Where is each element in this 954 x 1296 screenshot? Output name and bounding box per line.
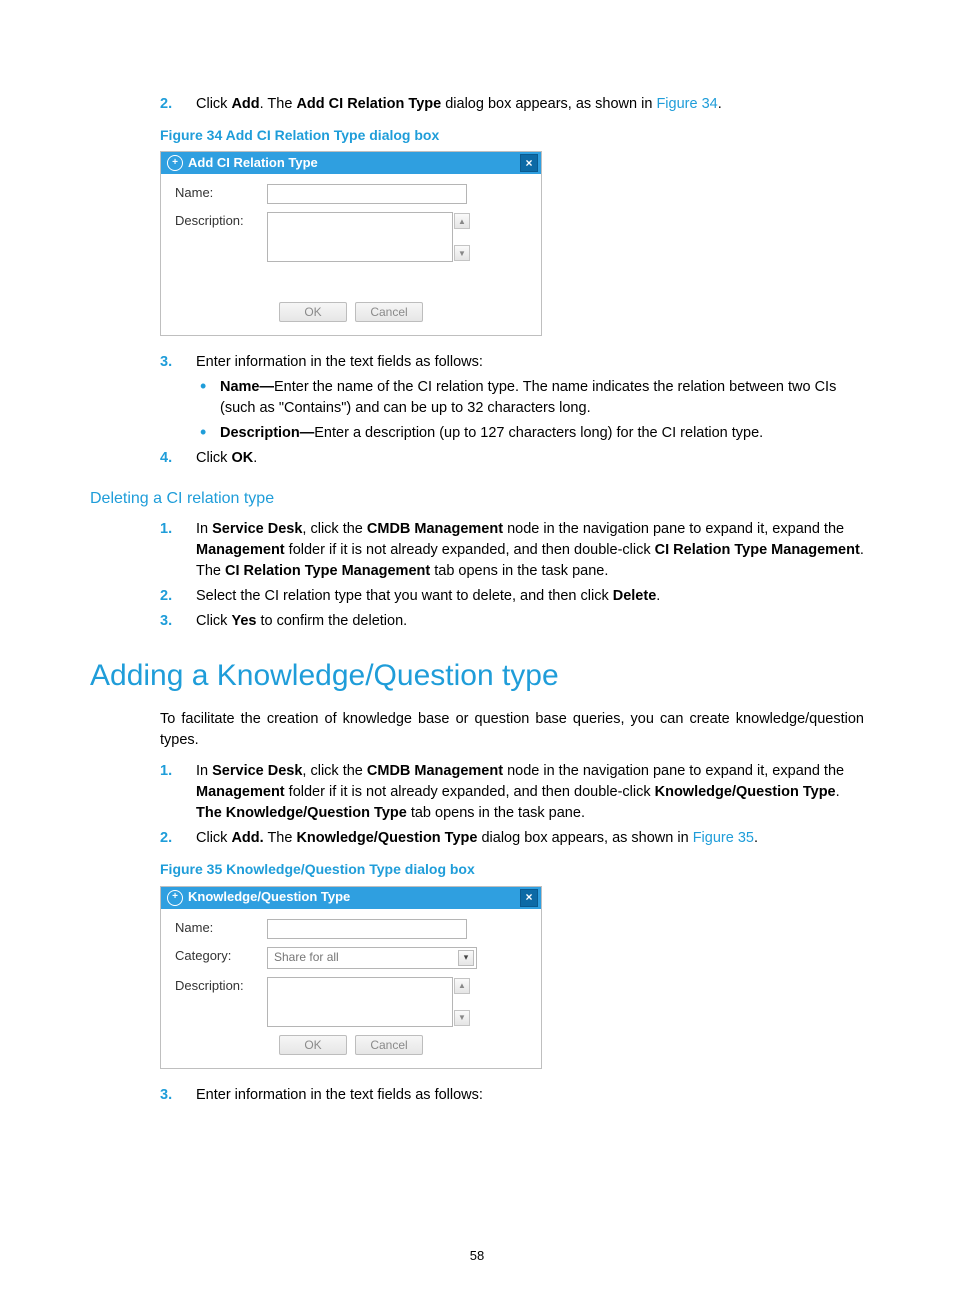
name-label: Name: [175,919,267,938]
scroll-up-icon[interactable]: ▲ [454,978,470,994]
figure-34-caption: Figure 34 Add CI Relation Type dialog bo… [160,125,864,145]
step-text: Enter information in the text fields as … [196,352,864,373]
name-label: Name: [175,184,267,203]
step-number: 3. [160,611,196,632]
category-value: Share for all [274,949,339,966]
figure-35-link[interactable]: Figure 35 [693,830,754,846]
dialog-title-text: Knowledge/Question Type [188,888,520,907]
scroll-down-icon[interactable]: ▼ [454,1010,470,1026]
step-number: 2. [160,586,196,607]
scroll-down-icon[interactable]: ▼ [454,245,470,261]
heading-deleting-ci-relation-type: Deleting a CI relation type [90,487,864,510]
kq-step-2: 2. Click Add. The Knowledge/Question Typ… [160,828,864,849]
step-3: 3. Enter information in the text fields … [160,352,864,373]
bullet-name: • Name—Enter the name of the CI relation… [200,377,864,419]
chevron-down-icon: ▾ [458,950,474,966]
last-step-3: 3. Enter information in the text fields … [160,1085,864,1106]
step-number: 3. [160,352,196,373]
bullet-icon: • [200,423,220,444]
step-number: 2. [160,828,196,849]
step-text: Enter information in the text fields as … [196,1085,864,1106]
del-step-3: 3. Click Yes to confirm the deletion. [160,611,864,632]
figure-35-caption: Figure 35 Knowledge/Question Type dialog… [160,859,864,879]
name-input[interactable] [267,919,467,939]
close-button[interactable]: × [520,154,538,172]
step-text: Click Add. The Add CI Relation Type dial… [196,94,864,115]
add-ci-relation-type-dialog: + Add CI Relation Type × Name: Descripti… [160,151,542,336]
close-button[interactable]: × [520,889,538,907]
bullet-icon: • [200,377,220,419]
del-step-1: 1. In Service Desk, click the CMDB Manag… [160,519,864,582]
plus-icon: + [167,155,183,171]
description-textarea[interactable]: ▲ ▼ [267,977,453,1027]
step-number: 2. [160,94,196,115]
del-step-2: 2. Select the CI relation type that you … [160,586,864,607]
figure-34-link[interactable]: Figure 34 [656,96,717,112]
kq-step-1: 1. In Service Desk, click the CMDB Manag… [160,761,864,824]
step-4: 4. Click OK. [160,448,864,469]
ok-button[interactable]: OK [279,302,347,322]
description-textarea[interactable]: ▲ ▼ [267,212,453,262]
bullet-description: • Description—Enter a description (up to… [200,423,864,444]
step-number: 1. [160,519,196,582]
step-number: 1. [160,761,196,824]
category-label: Category: [175,947,267,966]
description-label: Description: [175,977,267,996]
step-number: 3. [160,1085,196,1106]
dialog-titlebar: + Knowledge/Question Type × [161,887,541,909]
page-number: 58 [0,1247,954,1266]
scroll-up-icon[interactable]: ▲ [454,213,470,229]
description-label: Description: [175,212,267,231]
intro-paragraph: To facilitate the creation of knowledge … [160,709,864,751]
ok-button[interactable]: OK [279,1035,347,1055]
knowledge-question-type-dialog: + Knowledge/Question Type × Name: Catego… [160,886,542,1069]
heading-adding-knowledge-question-type: Adding a Knowledge/Question type [90,654,864,698]
name-input[interactable] [267,184,467,204]
dialog-title-text: Add CI Relation Type [188,154,520,173]
plus-icon: + [167,890,183,906]
cancel-button[interactable]: Cancel [355,1035,423,1055]
category-select[interactable]: Share for all ▾ [267,947,477,969]
dialog-titlebar: + Add CI Relation Type × [161,152,541,174]
cancel-button[interactable]: Cancel [355,302,423,322]
step-2: 2. Click Add. The Add CI Relation Type d… [160,94,864,115]
step-number: 4. [160,448,196,469]
